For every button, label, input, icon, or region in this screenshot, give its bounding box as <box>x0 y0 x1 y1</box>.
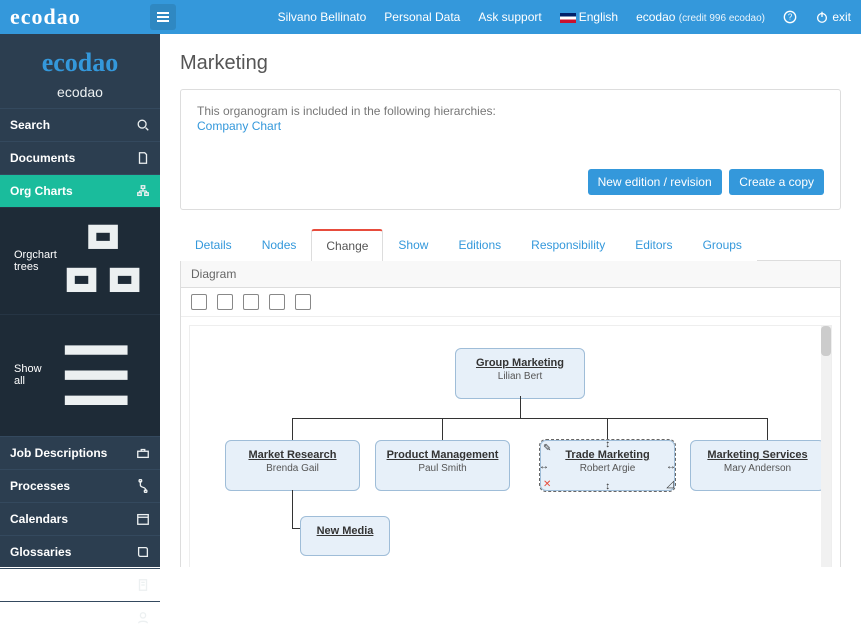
brand-logo: ecodao <box>10 4 150 30</box>
corner-handle-icon[interactable]: ◿ <box>666 479 674 490</box>
tab-editors[interactable]: Editors <box>620 229 687 261</box>
tool-connector[interactable] <box>243 294 259 310</box>
scrollbar-thumb[interactable] <box>821 326 831 356</box>
diagram-toolbar <box>181 288 840 317</box>
sidebar: ecodao ecodao Search Documents Org Chart… <box>0 34 160 567</box>
hamburger-icon <box>156 11 170 23</box>
diagram-header: Diagram <box>181 261 840 288</box>
sidebar-item-processes[interactable]: Processes <box>0 469 160 502</box>
content: Marketing This organogram is included in… <box>160 34 861 567</box>
node-group-marketing[interactable]: Group Marketing Lilian Bert <box>455 348 585 399</box>
tool-shape[interactable] <box>269 294 285 310</box>
node-marketing-services[interactable]: Marketing Services Mary Anderson <box>690 440 825 491</box>
connector <box>607 418 608 440</box>
node-market-research[interactable]: Market Research Brenda Gail <box>225 440 360 491</box>
connector <box>292 490 293 528</box>
tab-editions[interactable]: Editions <box>443 229 516 261</box>
sidebar-item-company[interactable]: Company <box>0 568 160 601</box>
help-button[interactable]: ? <box>783 10 797 25</box>
sidebar-item-calendars[interactable]: Calendars <box>0 502 160 535</box>
tab-details[interactable]: Details <box>180 229 247 261</box>
power-icon <box>815 10 829 24</box>
sidebar-subitem-show-all[interactable]: Show all <box>0 314 160 435</box>
connector <box>767 418 768 440</box>
side-sub: ecodao <box>0 84 160 108</box>
calendar-icon <box>136 512 150 526</box>
search-icon <box>136 118 150 132</box>
company-chart-link[interactable]: Company Chart <box>197 119 281 133</box>
sidebar-item-glossaries[interactable]: Glossaries <box>0 535 160 568</box>
tenant-link[interactable]: ecodao (credit 996 ecodao) <box>636 10 765 24</box>
diagram-wrapper: Diagram Group Marketing Lilian Bert <box>180 261 841 567</box>
topbar: ecodao Silvano Bellinato Personal Data A… <box>0 0 861 34</box>
resize-handle-icon[interactable]: ↔ <box>666 461 676 472</box>
user-icon <box>136 611 150 625</box>
tool-pointer[interactable] <box>191 294 207 310</box>
page-title: Marketing <box>180 52 841 75</box>
tab-groups[interactable]: Groups <box>688 229 757 261</box>
tab-change[interactable]: Change <box>311 229 383 261</box>
tab-responsibility[interactable]: Responsibility <box>516 229 620 261</box>
connector <box>292 418 293 440</box>
create-copy-button[interactable]: Create a copy <box>729 169 824 195</box>
info-text: This organogram is included in the follo… <box>197 104 824 118</box>
branch-icon <box>136 479 150 493</box>
sitemap-icon <box>136 184 150 198</box>
tab-nodes[interactable]: Nodes <box>247 229 312 261</box>
sidebar-item-search[interactable]: Search <box>0 108 160 141</box>
tab-show[interactable]: Show <box>383 229 443 261</box>
sidebar-item-job-descriptions[interactable]: Job Descriptions <box>0 436 160 469</box>
book-icon <box>136 545 150 559</box>
ask-support-link[interactable]: Ask support <box>478 10 541 24</box>
help-icon: ? <box>783 10 797 24</box>
tool-box[interactable] <box>217 294 233 310</box>
node-trade-marketing[interactable]: ✎ ↕ ↔ ↔ ✕ ↕ ◿ Trade Marketing Robert Arg… <box>540 440 675 491</box>
personal-data-link[interactable]: Personal Data <box>384 10 460 24</box>
exit-button[interactable]: exit <box>815 10 851 25</box>
tool-edit[interactable] <box>295 294 311 310</box>
connector <box>520 396 521 418</box>
briefcase-icon <box>136 446 150 460</box>
node-new-media[interactable]: New Media <box>300 516 390 556</box>
sidebar-subnav: Orgchart trees Show all <box>0 207 160 436</box>
diagram-canvas[interactable]: Group Marketing Lilian Bert Market Resea… <box>189 325 832 567</box>
sidebar-item-org-charts[interactable]: Org Charts <box>0 174 160 207</box>
uk-flag-icon <box>560 13 576 23</box>
sidebar-item-users[interactable]: Users <box>0 601 160 634</box>
menu-toggle-button[interactable] <box>150 4 176 30</box>
resize-handle-icon[interactable]: ↕ <box>605 481 610 492</box>
connector <box>292 418 767 419</box>
language-selector[interactable]: English <box>560 10 618 24</box>
user-name-link[interactable]: Silvano Bellinato <box>278 10 367 24</box>
node-product-management[interactable]: Product Management Paul Smith <box>375 440 510 491</box>
svg-text:?: ? <box>788 13 793 22</box>
sidebar-subitem-orgchart-trees[interactable]: Orgchart trees <box>0 207 160 314</box>
edit-handle-icon[interactable]: ✎ <box>543 443 551 454</box>
delete-handle-icon[interactable]: ✕ <box>543 479 551 490</box>
info-panel: This organogram is included in the follo… <box>180 89 841 210</box>
topbar-right: Silvano Bellinato Personal Data Ask supp… <box>278 10 851 25</box>
sidebar-item-documents[interactable]: Documents <box>0 141 160 174</box>
connector <box>442 418 443 440</box>
resize-handle-icon[interactable]: ↔ <box>539 461 549 472</box>
tab-bar: Details Nodes Change Show Editions Respo… <box>180 228 841 261</box>
resize-handle-icon[interactable]: ↕ <box>605 439 610 450</box>
document-icon <box>136 151 150 165</box>
building-icon <box>136 578 150 592</box>
canvas-scrollbar[interactable] <box>821 326 831 567</box>
side-brand: ecodao <box>0 34 160 84</box>
list-icon <box>46 325 146 425</box>
new-edition-button[interactable]: New edition / revision <box>588 169 722 195</box>
tree-icon <box>60 218 146 304</box>
